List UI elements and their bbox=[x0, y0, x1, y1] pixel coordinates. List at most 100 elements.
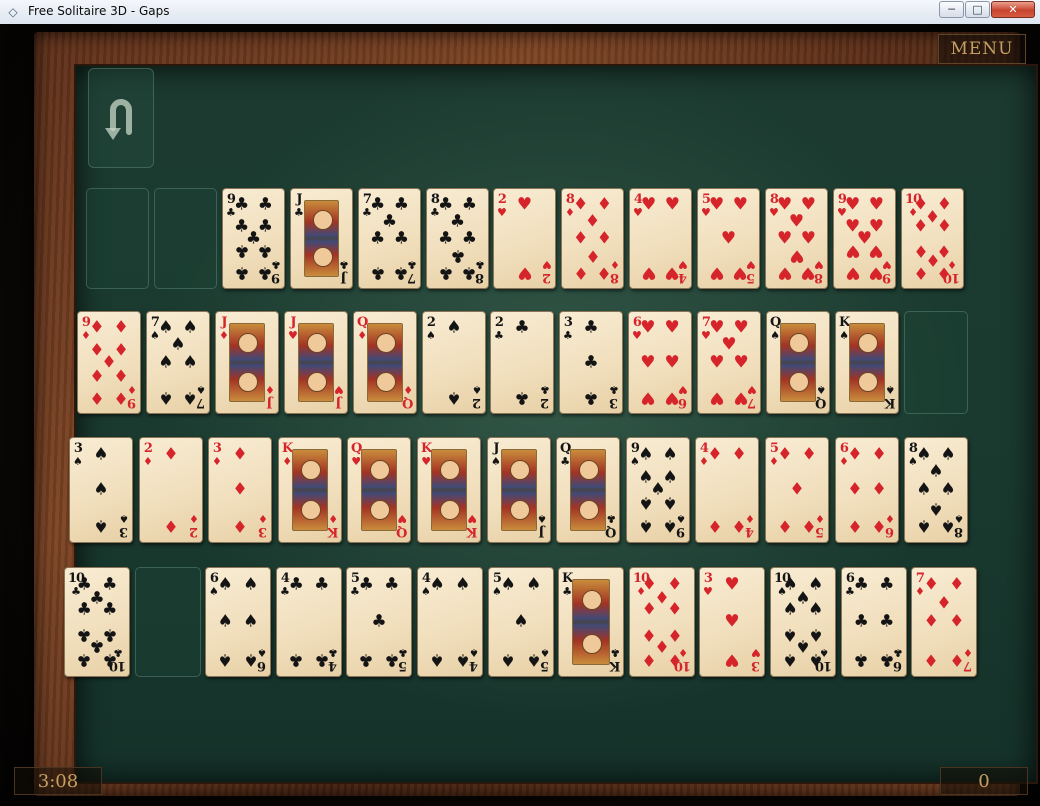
card-3-of-hearts[interactable]: 3 ♥ 3 ♥ ♥ ♥ ♥ bbox=[699, 567, 765, 677]
undo-button[interactable] bbox=[88, 68, 154, 168]
card-corner-index: Q ♣ bbox=[606, 512, 616, 539]
title-bar[interactable]: ◇ Free Solitaire 3D - Gaps ─ □ ✕ bbox=[0, 0, 1040, 25]
card-corner-index: 3 ♣ bbox=[609, 383, 619, 410]
club-icon: ♣ bbox=[393, 228, 409, 248]
card-jack-of-hearts[interactable]: J ♥ J ♥ bbox=[284, 311, 348, 414]
card-7-of-clubs[interactable]: 7 ♣ 7 ♣ ♣ ♣ ♣ ♣ ♣ ♣ ♣ bbox=[358, 188, 421, 289]
card-queen-of-clubs[interactable]: Q ♣ Q ♣ bbox=[556, 437, 620, 543]
maximize-button[interactable]: □ bbox=[965, 1, 990, 18]
card-pips: ♣ ♣ ♣ ♣ ♣ ♣ ♣ ♣ ♣ ♣ bbox=[77, 576, 118, 669]
card-2-of-diamonds[interactable]: 2 ♦ 2 ♦ ♦ ♦ bbox=[139, 437, 203, 543]
card-rank: K bbox=[327, 524, 338, 539]
diamond-icon: ♦ bbox=[641, 649, 657, 670]
card-7-of-spades[interactable]: 7 ♠ 7 ♠ ♠ ♠ ♠ ♠ ♠ ♠ ♠ bbox=[146, 311, 210, 414]
card-pips: ♥ ♥ ♥ ♥ bbox=[641, 194, 680, 282]
card-4-of-clubs[interactable]: 4 ♣ 4 ♣ ♣ ♣ ♣ ♣ bbox=[276, 567, 342, 677]
card-8-of-clubs[interactable]: 8 ♣ 8 ♣ ♣ ♣ ♣ ♣ ♣ ♣ ♣ ♣ bbox=[426, 188, 489, 289]
heart-icon: ♥ bbox=[421, 455, 432, 468]
card-5-of-clubs[interactable]: 5 ♣ 5 ♣ ♣ ♣ ♣ ♣ ♣ bbox=[346, 567, 412, 677]
card-king-of-clubs[interactable]: K ♣ K ♣ bbox=[558, 567, 624, 677]
portrait-head bbox=[858, 333, 878, 354]
card-10-of-clubs[interactable]: 10 ♣ 10 ♣ ♣ ♣ ♣ ♣ ♣ ♣ ♣ ♣ ♣ ♣ bbox=[64, 567, 130, 677]
card-5-of-spades[interactable]: 5 ♠ 5 ♠ ♠ ♠ ♠ ♠ ♠ bbox=[488, 567, 554, 677]
card-queen-of-spades[interactable]: Q ♠ Q ♠ bbox=[766, 311, 830, 414]
card-7-of-diamonds[interactable]: 7 ♦ 7 ♦ ♦ ♦ ♦ ♦ ♦ ♦ ♦ bbox=[911, 567, 977, 677]
card-9-of-spades[interactable]: 9 ♠ 9 ♠ ♠ ♠ ♠ ♠ ♠ ♠ ♠ ♠ ♠ bbox=[626, 437, 690, 543]
card-9-of-diamonds[interactable]: 9 ♦ 9 ♦ ♦ ♦ ♦ ♦ ♦ ♦ ♦ ♦ ♦ bbox=[77, 311, 141, 414]
card-10-of-spades[interactable]: 10 ♠ 10 ♠ ♠ ♠ ♠ ♠ ♠ ♠ ♠ ♠ ♠ ♠ bbox=[770, 567, 836, 677]
card-3-of-clubs[interactable]: 3 ♣ 3 ♣ ♣ ♣ ♣ bbox=[559, 311, 623, 414]
card-6-of-hearts[interactable]: 6 ♥ 6 ♥ ♥ ♥ ♥ ♥ ♥ ♥ bbox=[628, 311, 692, 414]
card-king-of-diamonds[interactable]: K ♦ K ♦ bbox=[278, 437, 342, 543]
spade-icon: ♠ bbox=[429, 574, 445, 595]
card-pips: ♦ ♦ ♦ ♦ ♦ bbox=[777, 446, 817, 536]
spade-icon: ♠ bbox=[815, 383, 826, 396]
menu-button[interactable]: MENU bbox=[938, 34, 1026, 64]
spade-icon: ♠ bbox=[455, 649, 471, 670]
queen-portrait bbox=[361, 449, 397, 531]
diamond-icon: ♦ bbox=[282, 455, 293, 468]
card-jack-of-diamonds[interactable]: J ♦ J ♦ bbox=[215, 311, 279, 414]
empty-gap-slot[interactable] bbox=[86, 188, 149, 289]
card-8-of-spades[interactable]: 8 ♠ 8 ♠ ♠ ♠ ♠ ♠ ♠ ♠ ♠ ♠ bbox=[904, 437, 968, 543]
spade-icon: ♠ bbox=[526, 574, 542, 595]
card-king-of-spades[interactable]: K ♠ K ♠ bbox=[835, 311, 899, 414]
card-2-of-clubs[interactable]: 2 ♣ 2 ♣ ♣ ♣ bbox=[490, 311, 554, 414]
card-corner-index: Q ♥ bbox=[397, 512, 407, 539]
card-6-of-diamonds[interactable]: 6 ♦ 6 ♦ ♦ ♦ ♦ ♦ ♦ ♦ bbox=[835, 437, 899, 543]
card-jack-of-clubs[interactable]: J ♣ J ♣ bbox=[290, 188, 353, 289]
card-4-of-spades[interactable]: 4 ♠ 4 ♠ ♠ ♠ ♠ ♠ bbox=[417, 567, 483, 677]
card-pips: ♥ ♥ ♥ ♥ ♥ ♥ bbox=[640, 319, 680, 407]
heart-icon: ♥ bbox=[664, 194, 680, 215]
card-corner-index: K ♥ bbox=[467, 512, 477, 539]
card-queen-of-diamonds[interactable]: Q ♦ Q ♦ bbox=[353, 311, 417, 414]
diamond-icon: ♦ bbox=[847, 479, 863, 500]
card-rank: 4 bbox=[470, 658, 479, 673]
empty-gap-slot[interactable] bbox=[135, 567, 201, 677]
card-pips: ♥ ♥ ♥ ♥ ♥ bbox=[709, 196, 748, 282]
club-icon: ♣ bbox=[294, 206, 304, 219]
diamond-icon: ♦ bbox=[936, 262, 952, 283]
card-2-of-spades[interactable]: 2 ♠ 2 ♠ ♠ ♠ bbox=[422, 311, 486, 414]
card-5-of-diamonds[interactable]: 5 ♦ 5 ♦ ♦ ♦ ♦ ♦ ♦ bbox=[765, 437, 829, 543]
score-display: 0 bbox=[940, 767, 1028, 795]
card-4-of-diamonds[interactable]: 4 ♦ 4 ♦ ♦ ♦ ♦ ♦ bbox=[695, 437, 759, 543]
diamond-icon: ♦ bbox=[707, 444, 723, 465]
card-3-of-spades[interactable]: 3 ♠ 3 ♠ ♠ ♠ ♠ bbox=[69, 437, 133, 543]
card-3-of-diamonds[interactable]: 3 ♦ 3 ♦ ♦ ♦ ♦ bbox=[208, 437, 272, 543]
spade-icon: ♠ bbox=[500, 574, 516, 595]
card-2-of-hearts[interactable]: 2 ♥ 2 ♥ ♥ ♥ bbox=[493, 188, 556, 289]
spade-icon: ♠ bbox=[537, 512, 547, 525]
card-6-of-spades[interactable]: 6 ♠ 6 ♠ ♠ ♠ ♠ ♠ ♠ ♠ bbox=[205, 567, 271, 677]
spade-icon: ♠ bbox=[928, 461, 944, 482]
close-button[interactable]: ✕ bbox=[991, 1, 1035, 18]
card-jack-of-spades[interactable]: J ♠ J ♠ bbox=[487, 437, 551, 543]
card-6-of-clubs[interactable]: 6 ♣ 6 ♣ ♣ ♣ ♣ ♣ ♣ ♣ bbox=[841, 567, 907, 677]
card-rank: 2 bbox=[143, 441, 153, 456]
card-8-of-hearts[interactable]: 8 ♥ 8 ♥ ♥ ♥ ♥ ♥ ♥ ♥ ♥ ♥ bbox=[765, 188, 828, 289]
card-9-of-clubs[interactable]: 9 ♣ 9 ♣ ♣ ♣ ♣ ♣ ♣ ♣ ♣ ♣ ♣ bbox=[222, 188, 285, 289]
minimize-button[interactable]: ─ bbox=[939, 1, 964, 18]
empty-gap-slot[interactable] bbox=[154, 188, 217, 289]
card-corner-index: J ♥ bbox=[288, 316, 298, 341]
card-rank: 5 bbox=[399, 658, 408, 673]
card-queen-of-hearts[interactable]: Q ♥ Q ♥ bbox=[347, 437, 411, 543]
card-7-of-hearts[interactable]: 7 ♥ 7 ♥ ♥ ♥ ♥ ♥ ♥ ♥ ♥ bbox=[697, 311, 761, 414]
club-icon: ♣ bbox=[370, 228, 386, 248]
club-icon: ♣ bbox=[288, 649, 304, 670]
empty-gap-slot[interactable] bbox=[904, 311, 968, 414]
card-10-of-diamonds[interactable]: 10 ♦ 10 ♦ ♦ ♦ ♦ ♦ ♦ ♦ ♦ ♦ ♦ ♦ bbox=[629, 567, 695, 677]
card-10-of-diamonds[interactable]: 10 ♦ 10 ♦ ♦ ♦ ♦ ♦ ♦ ♦ ♦ ♦ ♦ ♦ bbox=[901, 188, 964, 289]
card-4-of-hearts[interactable]: 4 ♥ 4 ♥ ♥ ♥ ♥ ♥ bbox=[629, 188, 692, 289]
card-9-of-hearts[interactable]: 9 ♥ 9 ♥ ♥ ♥ ♥ ♥ ♥ ♥ ♥ ♥ ♥ bbox=[833, 188, 896, 289]
card-rank: 7 bbox=[964, 658, 973, 673]
spade-icon: ♠ bbox=[491, 455, 501, 468]
card-corner-index: Q ♥ bbox=[351, 442, 362, 467]
spade-icon: ♠ bbox=[513, 611, 529, 632]
spade-icon: ♠ bbox=[662, 444, 678, 465]
card-king-of-hearts[interactable]: K ♥ K ♥ bbox=[417, 437, 481, 543]
card-rank: 6 bbox=[679, 395, 688, 410]
card-8-of-diamonds[interactable]: 8 ♦ 8 ♦ ♦ ♦ ♦ ♦ ♦ ♦ ♦ ♦ bbox=[561, 188, 624, 289]
club-icon: ♣ bbox=[102, 599, 118, 620]
card-5-of-hearts[interactable]: 5 ♥ 5 ♥ ♥ ♥ ♥ ♥ ♥ bbox=[697, 188, 760, 289]
